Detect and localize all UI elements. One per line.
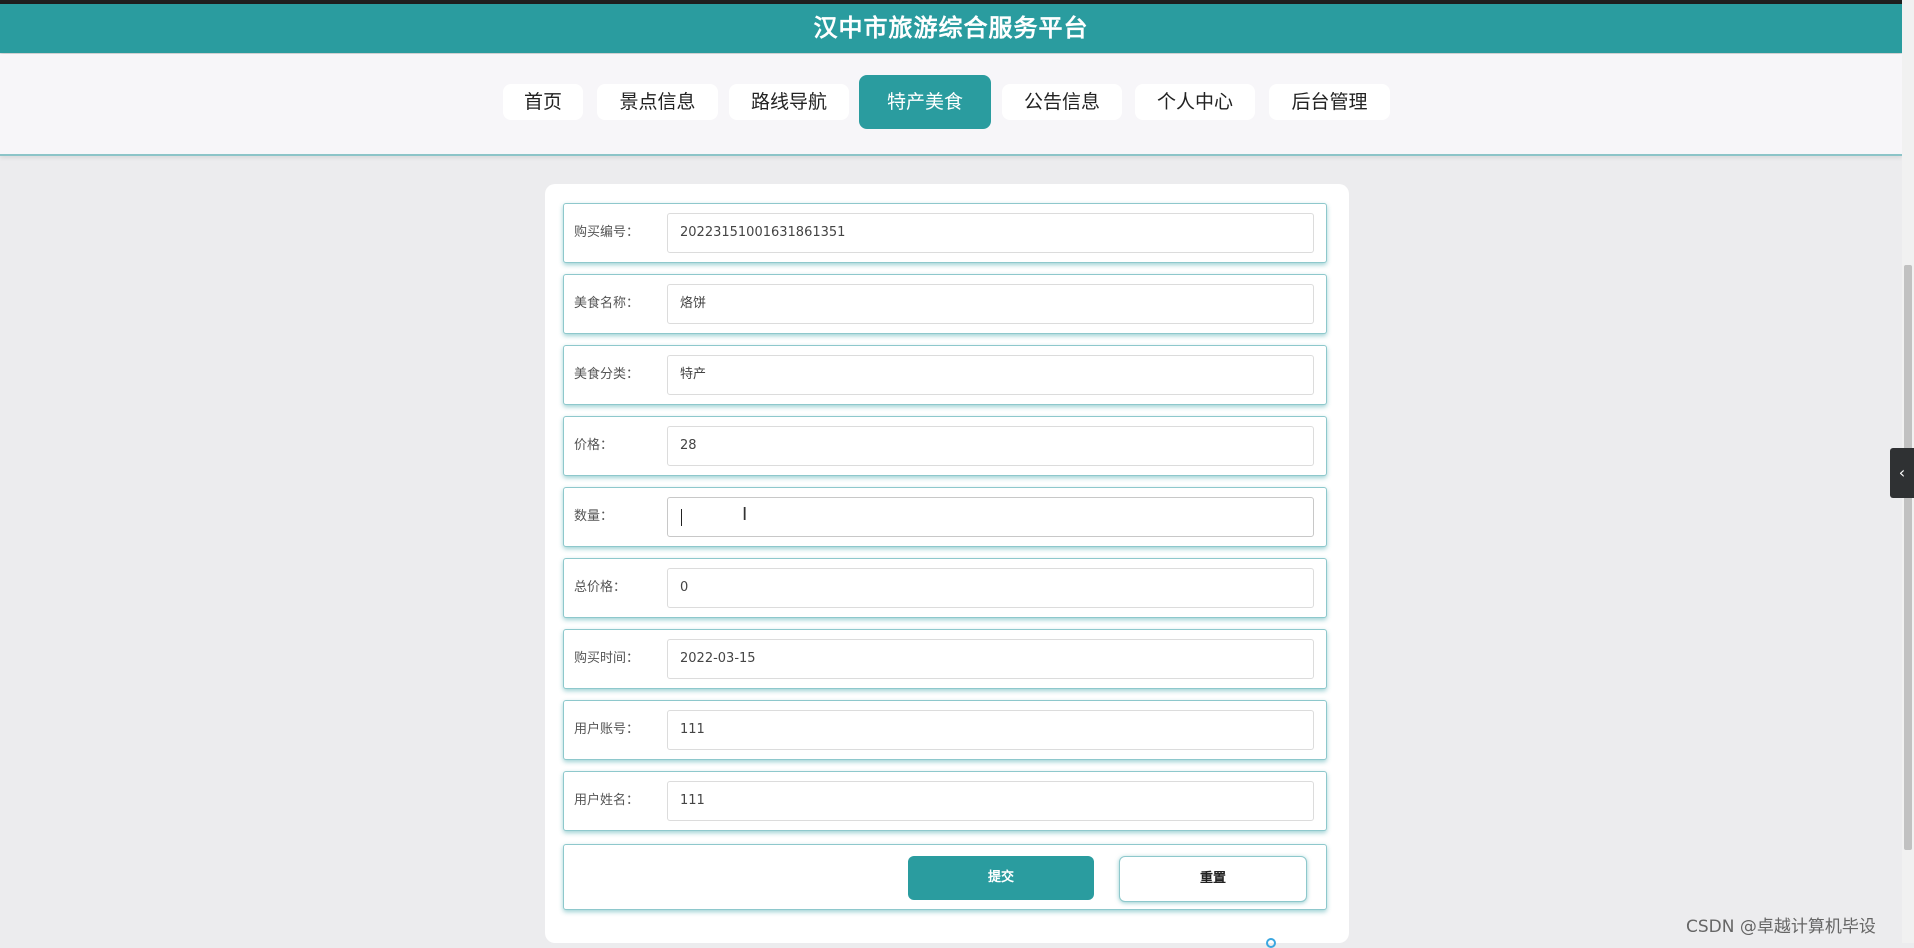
- form-row-user-account: 用户账号： 111: [563, 700, 1327, 760]
- nav-item-local-food[interactable]: 特产美食: [859, 75, 991, 129]
- food-name-label: 美食名称：: [574, 296, 640, 311]
- ibeam-cursor-icon: I: [742, 504, 748, 525]
- submit-button[interactable]: 提交: [908, 856, 1094, 900]
- form-row-purchase-time: 购买时间： 2022-03-15: [563, 629, 1327, 689]
- purchase-time-input[interactable]: 2022-03-15: [667, 639, 1314, 679]
- page: 汉中市旅游综合服务平台 首页 景点信息 路线导航 特产美食 公告信息 个人中心 …: [0, 0, 1914, 948]
- user-account-input[interactable]: 111: [667, 710, 1314, 750]
- nav-item-routes[interactable]: 路线导航: [729, 84, 849, 120]
- nav-item-admin[interactable]: 后台管理: [1269, 84, 1390, 120]
- site-header: 汉中市旅游综合服务平台: [0, 4, 1902, 53]
- form-row-user-name: 用户姓名： 111: [563, 771, 1327, 831]
- scrollbar-thumb[interactable]: [1904, 265, 1912, 850]
- purchase-form: 购买编号： 20223151001631861351 美食名称： 烙饼 美食分类…: [545, 184, 1349, 943]
- nav-item-personal-center[interactable]: 个人中心: [1135, 84, 1255, 120]
- form-row-purchase-number: 购买编号： 20223151001631861351: [563, 203, 1327, 263]
- text-caret: [681, 509, 682, 526]
- side-panel-toggle[interactable]: ‹: [1890, 448, 1914, 498]
- food-category-input[interactable]: 特产: [667, 355, 1314, 395]
- price-input[interactable]: 28: [667, 426, 1314, 466]
- form-row-food-name: 美食名称： 烙饼: [563, 274, 1327, 334]
- nav-list: 首页 景点信息 路线导航 特产美食 公告信息 个人中心 后台管理: [0, 54, 1902, 154]
- nav-item-attractions[interactable]: 景点信息: [597, 84, 718, 120]
- purchase-number-input[interactable]: 20223151001631861351: [667, 213, 1314, 253]
- purchase-number-label: 购买编号：: [574, 225, 640, 240]
- food-category-label: 美食分类：: [574, 367, 640, 382]
- loading-indicator-icon: [1266, 938, 1276, 948]
- form-row-food-category: 美食分类： 特产: [563, 345, 1327, 405]
- price-label: 价格：: [574, 438, 614, 453]
- nav-item-home[interactable]: 首页: [503, 84, 583, 120]
- user-name-input[interactable]: 111: [667, 781, 1314, 821]
- chevron-left-icon: ‹: [1898, 463, 1906, 482]
- form-row-quantity: 数量： I: [563, 487, 1327, 547]
- site-title: 汉中市旅游综合服务平台: [813, 14, 1089, 42]
- form-row-price: 价格： 28: [563, 416, 1327, 476]
- reset-button[interactable]: 重置: [1119, 856, 1307, 902]
- food-name-input[interactable]: 烙饼: [667, 284, 1314, 324]
- watermark: CSDN @卓越计算机毕设: [1686, 917, 1876, 937]
- user-name-label: 用户姓名：: [574, 793, 640, 808]
- nav-item-announcements[interactable]: 公告信息: [1002, 84, 1122, 120]
- form-actions: 提交 重置: [563, 844, 1327, 910]
- form-row-total-price: 总价格： 0: [563, 558, 1327, 618]
- user-account-label: 用户账号：: [574, 722, 640, 737]
- purchase-time-label: 购买时间：: [574, 651, 640, 666]
- quantity-label: 数量：: [574, 509, 614, 524]
- total-price-input[interactable]: 0: [667, 568, 1314, 608]
- quantity-input[interactable]: I: [667, 497, 1314, 537]
- main-nav: 首页 景点信息 路线导航 特产美食 公告信息 个人中心 后台管理: [0, 54, 1902, 156]
- total-price-label: 总价格：: [574, 580, 627, 595]
